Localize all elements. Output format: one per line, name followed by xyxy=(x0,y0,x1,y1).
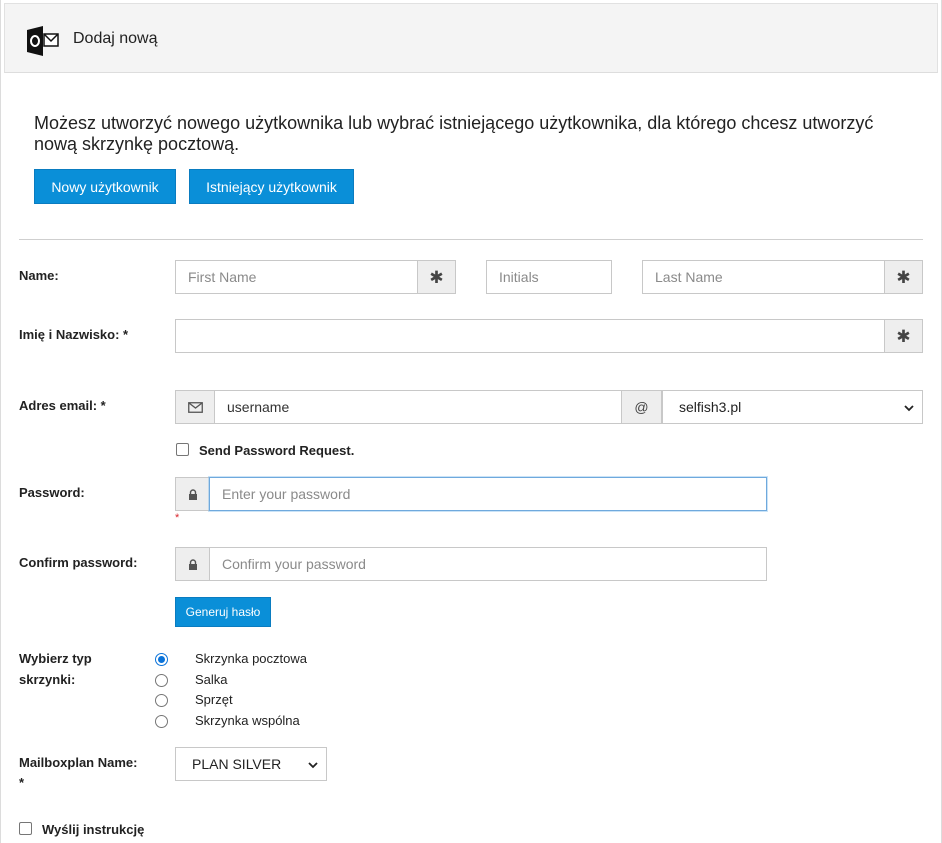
send-instructions-checkbox[interactable] xyxy=(19,822,32,835)
full-name-required-addon: ✱ xyxy=(884,319,923,353)
password-label: Password: xyxy=(19,485,85,500)
email-domain-value: selfish3.pl xyxy=(679,399,742,415)
envelope-icon xyxy=(187,401,203,413)
initials-input[interactable] xyxy=(486,260,612,294)
lock-icon xyxy=(188,488,197,500)
radio-room[interactable] xyxy=(155,674,168,687)
radio-shared-label: Skrzynka wspólna xyxy=(195,713,300,728)
email-username-input[interactable] xyxy=(214,390,622,424)
full-name-input[interactable] xyxy=(175,319,885,353)
full-name-label: Imię i Nazwisko: * xyxy=(19,327,129,342)
radio-mailbox[interactable] xyxy=(155,653,168,666)
new-user-button[interactable]: Nowy użytkownik xyxy=(34,169,176,204)
password-required-mark: * xyxy=(175,512,180,524)
radio-shared[interactable] xyxy=(155,715,168,728)
lock-addon xyxy=(175,547,210,581)
mailboxplan-value: PLAN SILVER xyxy=(192,756,282,772)
send-password-request-label: Send Password Request. xyxy=(199,443,355,458)
radio-mailbox-label: Skrzynka pocztowa xyxy=(195,651,307,666)
send-password-request-checkbox[interactable] xyxy=(176,443,189,456)
at-sign: @ xyxy=(634,399,649,415)
send-instructions-label: Wyślij instrukcję xyxy=(42,822,145,837)
lock-addon xyxy=(175,477,210,511)
mailboxplan-required-mark: * xyxy=(19,775,25,790)
last-name-input[interactable] xyxy=(642,260,885,294)
envelope-addon xyxy=(175,390,215,424)
mailboxplan-select[interactable]: PLAN SILVER xyxy=(175,747,327,781)
asterisk-icon: ✱ xyxy=(896,326,911,346)
panel-header: Dodaj nową xyxy=(4,3,938,73)
page: Dodaj nową Możesz utworzyć nowego użytko… xyxy=(0,0,942,843)
chevron-down-icon xyxy=(904,405,914,412)
email-label: Adres email: * xyxy=(19,398,106,413)
email-domain-select[interactable]: selfish3.pl xyxy=(662,390,923,424)
page-title: Dodaj nową xyxy=(73,30,158,47)
last-name-required-addon: ✱ xyxy=(884,260,923,294)
generate-password-button[interactable]: Generuj hasło xyxy=(175,597,271,627)
password-input[interactable] xyxy=(209,477,767,511)
mailbox-type-label-line2: skrzynki: xyxy=(19,672,76,687)
asterisk-icon: ✱ xyxy=(896,267,911,287)
name-label: Name: xyxy=(19,268,59,283)
mailboxplan-label: Mailboxplan Name: xyxy=(19,755,138,770)
mailbox-type-label-line1: Wybierz typ xyxy=(19,651,92,666)
radio-room-label: Salka xyxy=(195,672,228,687)
intro-text: Możesz utworzyć nowego użytkownika lub w… xyxy=(34,113,874,154)
chevron-down-icon xyxy=(308,762,318,769)
existing-user-button[interactable]: Istniejący użytkownik xyxy=(189,169,354,204)
divider xyxy=(19,239,923,240)
outlook-icon xyxy=(27,26,59,56)
first-name-required-addon: ✱ xyxy=(417,260,456,294)
radio-equipment-label: Sprzęt xyxy=(195,692,233,707)
asterisk-icon: ✱ xyxy=(429,267,444,287)
confirm-password-label: Confirm password: xyxy=(19,555,138,570)
first-name-input[interactable] xyxy=(175,260,418,294)
confirm-password-input[interactable] xyxy=(209,547,767,581)
at-sign-addon: @ xyxy=(621,390,662,424)
lock-icon xyxy=(188,558,197,570)
radio-equipment[interactable] xyxy=(155,694,168,707)
